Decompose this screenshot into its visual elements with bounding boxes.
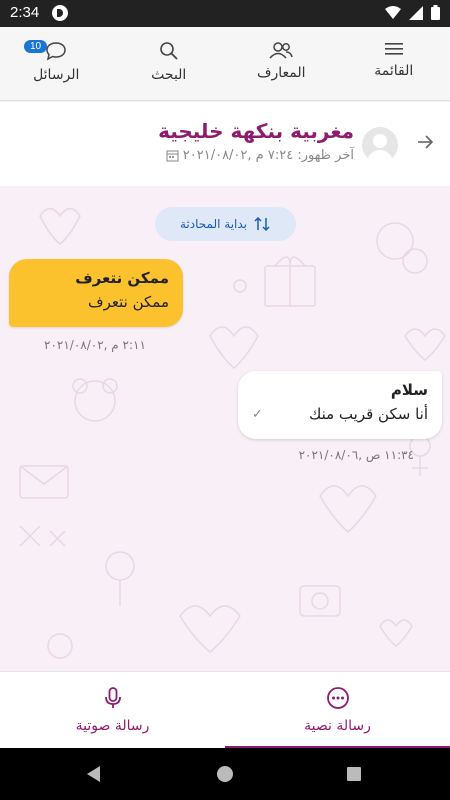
avatar-head (373, 134, 387, 148)
bottom-tabs: رسالة نصية رسالة صوتية (0, 671, 450, 748)
search-icon (159, 42, 178, 60)
nav-menu[interactable]: القائمة (338, 27, 450, 100)
status-time: 2:34 (10, 4, 40, 21)
chat-dots-icon (326, 687, 349, 709)
contacts-icon (269, 42, 293, 59)
sort-arrows-icon (254, 216, 270, 232)
system-navigation-bar (0, 748, 450, 800)
messages-count-badge: 10 (24, 40, 48, 53)
nav-messages[interactable]: 10 الرسائل (0, 27, 113, 100)
outgoing-message-bubble[interactable]: سلام أنا سكن قريب منك ✓ (238, 371, 442, 439)
outgoing-message-title: سلام (390, 381, 428, 399)
conversation-start-button[interactable]: بداية المحادثة (155, 207, 296, 241)
wifi-icon (385, 5, 401, 19)
incoming-message-title: ممكن نتعرف (75, 269, 169, 287)
last-seen-row: آخر ظهور: ٧:٢٤ م ,٢٠٢١/٠٨/٠٢ (166, 148, 354, 163)
top-navigation: القائمة المعارف البحث 10 الرسائل (0, 27, 450, 101)
nav-search[interactable]: البحث (113, 27, 226, 100)
microphone-icon (104, 687, 121, 708)
chat-bubble-icon (46, 42, 67, 61)
status-icons (385, 5, 440, 20)
avatar-shoulders (367, 150, 393, 163)
avatar[interactable] (362, 127, 398, 163)
outgoing-message-time: ١١:٣٤ ص ,٢٠٢١/٠٨/٠٦ (298, 448, 414, 462)
nav-search-label: البحث (151, 67, 187, 83)
back-triangle-icon[interactable] (86, 765, 102, 783)
incoming-message-bubble[interactable]: ممكن نتعرف ممكن نتعرف (9, 259, 183, 327)
conversation-start-label: بداية المحادثة (180, 217, 248, 231)
tab-voice-message[interactable]: رسالة صوتية (0, 672, 225, 748)
chat-header: مغربية بنكهة خليجية آخر ظهور: ٧:٢٤ م ,٢٠… (0, 102, 450, 186)
tab-voice-message-label: رسالة صوتية (75, 718, 150, 734)
incoming-message-body: ممكن نتعرف (88, 293, 169, 311)
menu-icon (384, 43, 403, 55)
signal-icon (409, 5, 423, 20)
last-seen-text: آخر ظهور: ٧:٢٤ م ,٢٠٢١/٠٨/٠٢ (182, 148, 354, 163)
battery-icon (431, 5, 440, 20)
back-arrow-icon[interactable] (416, 133, 434, 151)
status-bar: 2:34 (0, 0, 450, 27)
calendar-icon (166, 150, 179, 162)
nav-menu-label: القائمة (374, 63, 414, 79)
outgoing-message-row: أنا سكن قريب منك ✓ (252, 405, 428, 423)
chat-area[interactable]: بداية المحادثة ممكن نتعرف ممكن نتعرف ٢:١… (0, 186, 450, 671)
sent-check-icon: ✓ (252, 406, 263, 422)
nav-contacts[interactable]: المعارف (225, 27, 338, 100)
home-circle-icon[interactable] (216, 765, 234, 783)
outgoing-message-body: أنا سكن قريب منك (308, 405, 428, 423)
nav-messages-label: الرسائل (33, 67, 80, 83)
tab-text-message[interactable]: رسالة نصية (225, 672, 450, 748)
contact-name[interactable]: مغربية بنكهة خليجية (158, 119, 354, 143)
tab-text-message-label: رسالة نصية (304, 718, 371, 734)
nav-contacts-label: المعارف (256, 65, 306, 81)
incoming-message-time: ٢:١١ م ,٢٠٢١/٠٨/٠٢ (44, 338, 146, 352)
app-notification-icon (52, 5, 68, 21)
recents-square-icon[interactable] (346, 766, 362, 782)
